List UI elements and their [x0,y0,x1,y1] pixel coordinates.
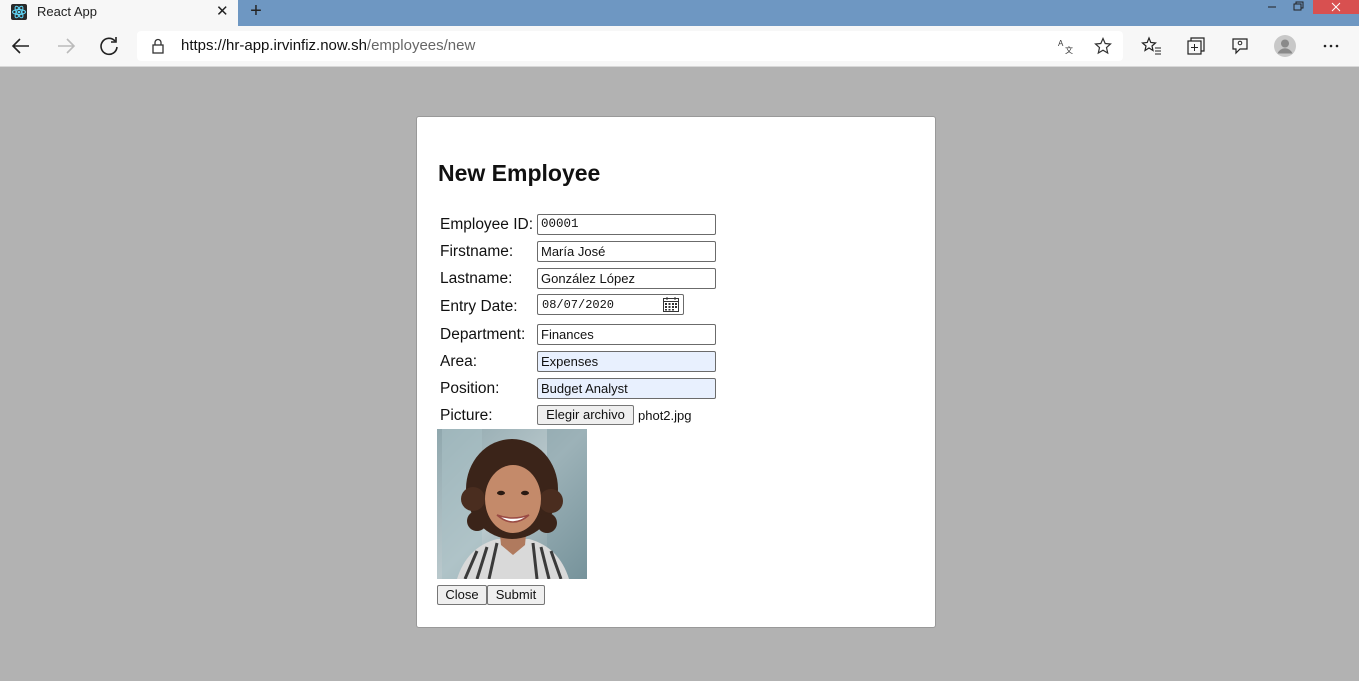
employee-id-label: Employee ID: [440,216,534,233]
url-path: /employees/new [366,37,476,54]
department-input[interactable]: Finances [537,324,716,345]
employee-photo [437,429,587,579]
url-host: https://hr-app.irvinfiz.now.sh [181,37,367,54]
calendar-icon[interactable] [663,297,679,312]
minimize-icon[interactable] [1262,0,1282,14]
entry-date-value: 08/07/2020 [542,298,615,312]
close-window-icon[interactable] [1313,0,1359,14]
back-icon[interactable] [9,34,33,58]
star-icon[interactable] [1094,37,1112,55]
dialog-title: New Employee [438,160,601,186]
svg-text:A: A [1058,39,1064,48]
position-input[interactable]: Budget Analyst [537,378,716,399]
submit-button[interactable]: Submit [487,585,545,605]
profile-icon[interactable] [1273,34,1297,58]
choose-file-button[interactable]: Elegir archivo [537,405,634,425]
lock-icon[interactable] [151,38,165,54]
lastname-input[interactable]: González López [537,268,716,289]
department-label: Department: [440,326,526,343]
window-titlebar: React App ✕ + [0,0,1359,26]
tab-close-icon[interactable]: ✕ [216,3,229,21]
favorites-icon[interactable] [1140,34,1164,58]
close-button[interactable]: Close [437,585,487,605]
area-label: Area: [440,353,478,370]
area-input[interactable]: Expenses [537,351,716,372]
new-employee-dialog: New Employee Employee ID: 00001 Firstnam… [416,116,936,628]
forward-icon[interactable] [54,34,78,58]
tab-title: React App [37,4,97,19]
url-text[interactable]: https://hr-app.irvinfiz.now.sh/employees… [181,37,475,54]
more-icon[interactable] [1319,34,1343,58]
refresh-icon[interactable] [97,34,121,58]
feedback-icon[interactable] [1228,34,1252,58]
collections-icon[interactable] [1184,34,1208,58]
firstname-input[interactable]: María José [537,241,716,262]
address-bar[interactable]: https://hr-app.irvinfiz.now.sh/employees… [137,31,1123,61]
new-tab-button[interactable]: + [246,0,266,24]
entry-date-label: Entry Date: [440,298,518,315]
entry-date-input[interactable]: 08/07/2020 [537,294,684,315]
restore-icon[interactable] [1288,0,1308,14]
picture-label: Picture: [440,407,493,424]
employee-id-input[interactable]: 00001 [537,214,716,235]
svg-text:文: 文 [1065,45,1073,55]
lastname-label: Lastname: [440,270,513,287]
browser-toolbar: https://hr-app.irvinfiz.now.sh/employees… [0,26,1359,67]
position-label: Position: [440,380,500,397]
browser-tab[interactable]: React App ✕ [0,0,238,26]
selected-file-name: phot2.jpg [638,408,692,423]
firstname-label: Firstname: [440,243,514,260]
translate-icon[interactable]: A文 [1057,37,1075,55]
react-icon [11,4,27,20]
